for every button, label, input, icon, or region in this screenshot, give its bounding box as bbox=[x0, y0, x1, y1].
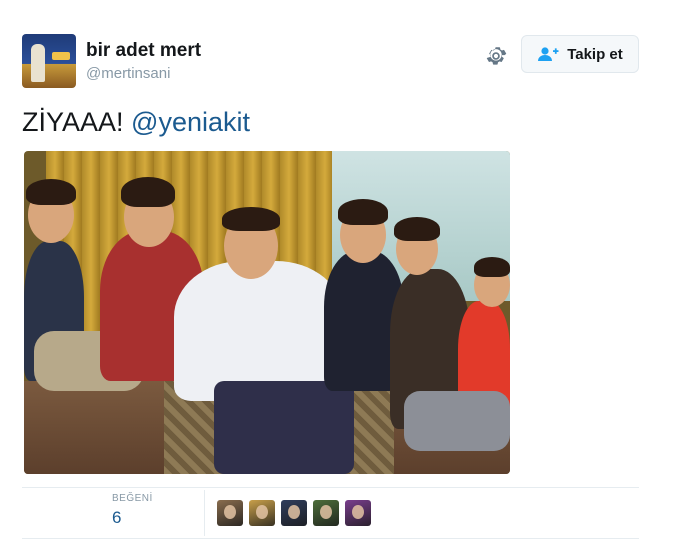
media-person-hair bbox=[474, 257, 510, 277]
liker-avatar-face bbox=[288, 505, 300, 519]
liker-avatar[interactable] bbox=[345, 500, 371, 526]
follow-button[interactable]: Takip et bbox=[521, 35, 639, 73]
liker-avatar-face bbox=[352, 505, 364, 519]
media-person-hair bbox=[26, 179, 76, 205]
user-names: bir adet mert @mertinsani bbox=[86, 40, 201, 84]
tweet-text: ZİYAAA! @yeniakit bbox=[22, 106, 250, 138]
divider bbox=[22, 538, 639, 539]
media-person bbox=[214, 381, 354, 474]
liker-avatars bbox=[217, 500, 377, 526]
tweet-header: bir adet mert @mertinsani Takip et bbox=[22, 34, 642, 90]
media-person-hair bbox=[338, 199, 388, 225]
media-person bbox=[404, 391, 510, 451]
liker-avatar[interactable] bbox=[249, 500, 275, 526]
liker-avatar[interactable] bbox=[281, 500, 307, 526]
user-handle[interactable]: @mertinsani bbox=[86, 64, 201, 84]
media-person bbox=[174, 261, 344, 401]
tweet-card: bir adet mert @mertinsani Takip et ZİYAA… bbox=[0, 0, 689, 546]
follow-label: Takip et bbox=[567, 45, 623, 63]
gear-icon[interactable] bbox=[484, 44, 508, 68]
mention-link[interactable]: @yeniakit bbox=[131, 107, 250, 137]
liker-avatar-face bbox=[256, 505, 268, 519]
display-name[interactable]: bir adet mert bbox=[86, 40, 201, 62]
tweet-body: ZİYAAA! bbox=[22, 107, 124, 137]
likes-stat[interactable]: BEĞENİ 6 bbox=[112, 493, 153, 528]
liker-avatar[interactable] bbox=[313, 500, 339, 526]
liker-avatar-face bbox=[224, 505, 236, 519]
add-user-icon bbox=[537, 46, 559, 62]
liker-avatar-face bbox=[320, 505, 332, 519]
likes-label: BEĞENİ bbox=[112, 493, 153, 504]
media-person-hair bbox=[222, 207, 280, 231]
divider bbox=[22, 487, 639, 488]
likes-count: 6 bbox=[112, 508, 122, 527]
avatar-figure bbox=[31, 44, 45, 82]
tweet-media[interactable] bbox=[24, 151, 510, 474]
liker-avatar[interactable] bbox=[217, 500, 243, 526]
media-person-hair bbox=[121, 177, 175, 207]
avatar-detail bbox=[52, 52, 70, 60]
divider bbox=[204, 490, 205, 536]
media-person-hair bbox=[394, 217, 440, 241]
avatar[interactable] bbox=[22, 34, 76, 88]
